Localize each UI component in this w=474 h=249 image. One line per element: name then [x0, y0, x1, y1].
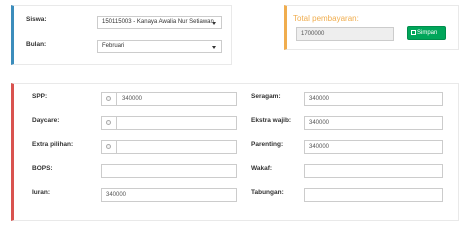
- save-button[interactable]: Simpan: [407, 26, 446, 40]
- radio-icon[interactable]: [106, 144, 111, 149]
- tabungan-input[interactable]: [304, 188, 443, 202]
- total-payment-field: 1700000: [296, 27, 394, 41]
- spp-input-group[interactable]: 340000: [101, 92, 237, 106]
- spp-label: SPP:: [32, 93, 48, 100]
- bulan-select[interactable]: Februari: [97, 40, 222, 53]
- save-button-label: Simpan: [417, 30, 438, 36]
- seragam-label: Seragam:: [251, 93, 281, 100]
- bops-label: BOPS:: [32, 165, 53, 172]
- iuran-label: Iuran:: [32, 189, 51, 196]
- siswa-label: Siswa:: [26, 16, 47, 23]
- bulan-label: Bulan:: [26, 41, 47, 48]
- seragam-input[interactable]: 340000: [304, 92, 443, 106]
- caret-down-icon: [212, 22, 216, 25]
- tabungan-label: Tabungan:: [251, 189, 284, 196]
- student-panel: Siswa: 150115003 - Kanaya Awalia Nur Set…: [11, 5, 232, 65]
- parenting-label: Parenting:: [251, 141, 284, 148]
- floppy-icon: [411, 29, 416, 35]
- wakaf-input[interactable]: [304, 164, 443, 178]
- wakaf-label: Wakaf:: [251, 165, 273, 172]
- daycare-label: Daycare:: [32, 117, 60, 124]
- bulan-select-value: Februari: [102, 43, 125, 49]
- parenting-input[interactable]: 340000: [304, 140, 443, 154]
- total-payment-title: Total pembayaran:: [293, 14, 359, 23]
- daycare-input-group[interactable]: [101, 116, 237, 130]
- radio-icon[interactable]: [106, 96, 111, 101]
- spp-value: 340000: [122, 96, 143, 102]
- siswa-select[interactable]: 150115003 - Kanaya Awalia Nur Setiawan: [97, 16, 222, 29]
- iuran-input[interactable]: 340000: [101, 188, 237, 202]
- payment-panel: Total pembayaran: 1700000 Simpan: [284, 5, 459, 50]
- siswa-select-value: 150115003 - Kanaya Awalia Nur Setiawan: [102, 19, 214, 25]
- caret-down-icon: [212, 46, 216, 49]
- ekstra-wajib-input[interactable]: 340000: [304, 116, 443, 130]
- extra-pilihan-input-group[interactable]: [101, 140, 237, 154]
- bops-input[interactable]: [101, 164, 237, 178]
- fees-panel: SPP: 340000 Daycare: Extra pilihan: BOPS…: [11, 83, 459, 221]
- radio-icon[interactable]: [106, 120, 111, 125]
- extra-pilihan-label: Extra pilihan:: [32, 141, 74, 148]
- ekstra-wajib-label: Ekstra wajib:: [251, 117, 292, 124]
